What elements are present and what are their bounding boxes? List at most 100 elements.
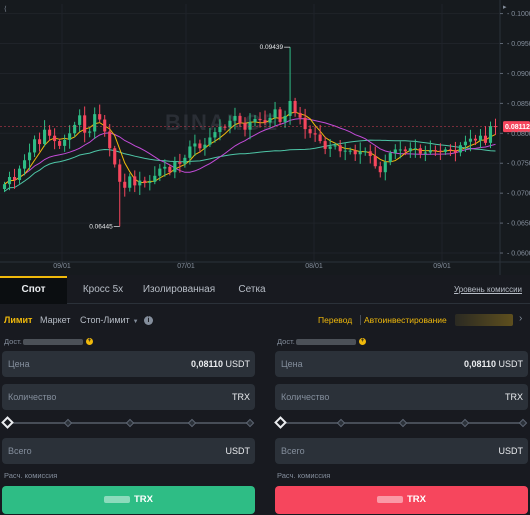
- candle-body: [208, 137, 212, 145]
- candle-body: [393, 149, 397, 154]
- buy-deposit-plus-icon[interactable]: +: [86, 338, 93, 345]
- candle-body: [473, 138, 478, 141]
- order-type-stop-limit[interactable]: Стоп-Лимит ▼: [80, 315, 139, 325]
- info-icon[interactable]: i: [144, 316, 153, 325]
- candle-body: [103, 119, 107, 132]
- candle-body: [478, 135, 483, 141]
- candle-body: [398, 149, 402, 151]
- candle-body: [358, 151, 362, 155]
- candle-body: [123, 181, 127, 188]
- buy-amount-slider[interactable]: [1, 416, 255, 429]
- candle-body: [218, 126, 222, 133]
- candle-body: [68, 133, 72, 140]
- candlestick-chart-svg[interactable]: BINANCE 0.094390.064450.08112 - 0.10000-…: [0, 0, 530, 275]
- x-tick-label: 07/01: [177, 263, 195, 270]
- candle-body: [263, 120, 267, 123]
- slider-mark-25[interactable]: [63, 418, 73, 428]
- y-tick-label: - 0.08500: [507, 101, 530, 108]
- buy-button-blurred-text: [104, 495, 130, 503]
- slider-knob[interactable]: [274, 416, 287, 429]
- sell-price-field[interactable]: Цена 0,08110 USDT: [275, 351, 528, 377]
- slider-mark-100[interactable]: [245, 418, 255, 428]
- candle-body: [118, 164, 122, 182]
- y-tick-label: - 0.09500: [507, 41, 530, 48]
- chevron-right-icon[interactable]: ›: [519, 313, 522, 324]
- sell-quantity-unit: TRX: [505, 392, 523, 402]
- ma-line-slow: [4, 139, 496, 192]
- slider-mark-75[interactable]: [187, 418, 197, 428]
- candle-body: [323, 141, 327, 149]
- sell-deposit-plus-icon[interactable]: +: [359, 338, 366, 345]
- candle-body: [383, 162, 387, 173]
- sell-quantity-field[interactable]: Количество TRX: [275, 384, 528, 410]
- sell-amount-slider[interactable]: [274, 416, 528, 429]
- candle-body: [303, 117, 307, 130]
- candle-body: [428, 150, 432, 153]
- candle-body: [443, 149, 447, 152]
- candle-body: [363, 151, 367, 153]
- candle-body: [403, 149, 407, 152]
- buy-price-field[interactable]: Цена 0,08110 USDT: [2, 351, 255, 377]
- sell-total-field[interactable]: Всего USDT: [275, 438, 528, 464]
- y-tick-label: - 0.06500: [507, 221, 530, 228]
- tab-cross-margin[interactable]: Кросс 5x: [72, 276, 134, 304]
- candle-body: [53, 135, 57, 142]
- slider-mark-50[interactable]: [398, 418, 408, 428]
- y-tick-label: - 0.09000: [507, 71, 530, 78]
- candle-body: [203, 144, 207, 149]
- candle-body: [188, 146, 192, 158]
- order-type-limit[interactable]: Лимит: [4, 315, 32, 325]
- price-chart[interactable]: BINANCE 0.094390.064450.08112 - 0.10000-…: [0, 0, 530, 275]
- sell-button-blurred-text: [377, 495, 403, 503]
- candle-body: [98, 114, 102, 120]
- trade-mode-tabs: Спот Кросс 5x Изолированная Сетка Уровен…: [0, 276, 530, 304]
- candle-body: [248, 121, 252, 130]
- candle-body: [238, 115, 242, 124]
- buy-total-field[interactable]: Всего USDT: [2, 438, 255, 464]
- auto-invest-link[interactable]: Автоинвестирование: [364, 315, 447, 325]
- candle-body: [418, 148, 422, 154]
- candle-body: [17, 168, 22, 180]
- tab-grid[interactable]: Сетка: [226, 276, 278, 304]
- sell-price-value: 0,08110: [463, 359, 496, 369]
- sell-total-label: Всего: [281, 446, 305, 456]
- candle-body: [338, 145, 342, 152]
- fee-level-link[interactable]: Уровень комиссии: [454, 276, 522, 304]
- buy-button-label: TRX: [134, 494, 153, 505]
- candle-body: [138, 180, 142, 186]
- candle-body: [333, 145, 337, 147]
- y-tick-label: - 0.06000: [507, 251, 530, 258]
- slider-mark-75[interactable]: [460, 418, 470, 428]
- candle-body: [183, 157, 187, 164]
- slider-mark-100[interactable]: [518, 418, 528, 428]
- candle-body: [108, 131, 112, 149]
- tab-isolated-margin[interactable]: Изолированная: [138, 276, 220, 304]
- candle-body: [468, 138, 472, 142]
- candle-body: [58, 141, 62, 146]
- chart-settings-icon[interactable]: ⟨: [4, 5, 7, 13]
- buy-total-unit: USDT: [225, 446, 251, 456]
- candle-body: [198, 143, 202, 149]
- chart-expand-icon[interactable]: ▸: [503, 4, 507, 11]
- candle-body: [268, 117, 272, 123]
- slider-mark-50[interactable]: [125, 418, 135, 428]
- candle-body: [283, 115, 287, 122]
- candle-body: [328, 146, 332, 149]
- buy-quantity-field[interactable]: Количество TRX: [2, 384, 255, 410]
- buy-quantity-unit: TRX: [232, 392, 250, 402]
- candle-body: [33, 139, 37, 153]
- candle-body: [143, 180, 147, 183]
- promo-chip[interactable]: [455, 314, 513, 326]
- slider-knob[interactable]: [1, 416, 14, 429]
- transfer-link[interactable]: Перевод: [318, 315, 352, 325]
- order-type-market[interactable]: Маркет: [40, 315, 70, 325]
- candle-body: [168, 166, 172, 173]
- candle-body: [38, 139, 42, 145]
- candle-body: [253, 118, 257, 122]
- candle-body: [433, 150, 437, 152]
- slider-mark-25[interactable]: [336, 418, 346, 428]
- buy-button[interactable]: TRX: [2, 486, 255, 514]
- tab-spot[interactable]: Спот: [0, 276, 67, 304]
- sell-button[interactable]: TRX: [275, 486, 528, 514]
- buy-price-label: Цена: [8, 359, 30, 369]
